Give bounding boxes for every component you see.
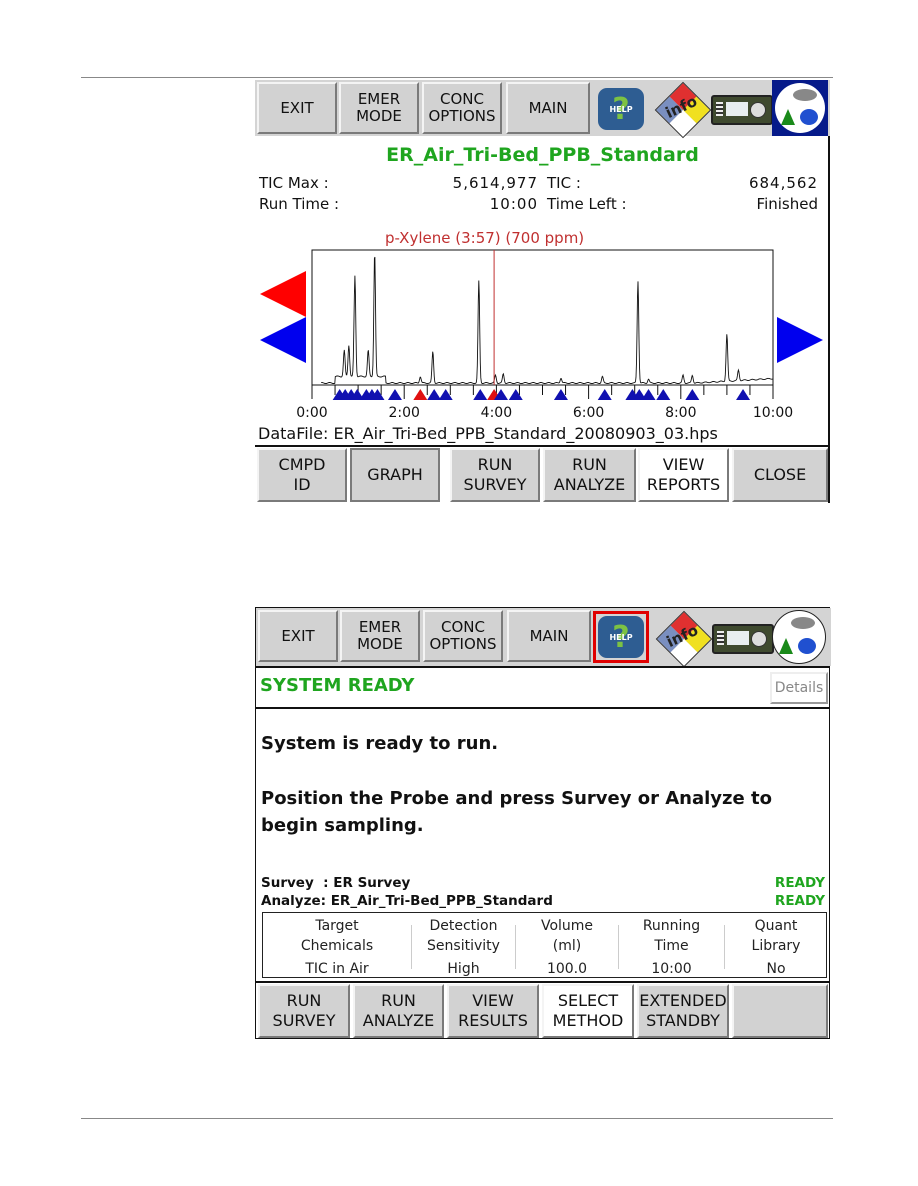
status-title: SYSTEM READY xyxy=(260,675,415,696)
x-tick-label: 6:00 xyxy=(573,405,604,421)
system-ready-screen: EXIT EMER MODE CONC OPTIONS MAIN ? HELP … xyxy=(255,607,831,1039)
detection-sensitivity-value: High xyxy=(447,961,480,977)
close-button[interactable]: CLOSE xyxy=(732,448,828,502)
device-icon[interactable] xyxy=(711,95,773,125)
environment-icon[interactable] xyxy=(772,80,828,136)
compound-marker-blue xyxy=(685,389,700,400)
help-label: HELP xyxy=(609,633,633,642)
compound-marker-blue xyxy=(641,389,656,400)
compound-marker-red xyxy=(413,389,428,400)
message-ready: System is ready to run. xyxy=(261,733,499,754)
top-toolbar: EXIT EMER MODE CONC OPTIONS MAIN ? HELP … xyxy=(255,80,830,139)
target-chemicals-value: TIC in Air xyxy=(305,961,369,977)
run-analyze-button[interactable]: RUN ANALYZE xyxy=(543,448,636,502)
view-reports-button[interactable]: VIEW REPORTS xyxy=(638,448,729,502)
method-settings-table: Target Chemicals TIC in Air Detection Se… xyxy=(262,912,827,978)
x-tick-label: 2:00 xyxy=(388,405,419,421)
datafile-label: DataFile: ER_Air_Tri-Bed_PPB_Standard_20… xyxy=(258,424,718,443)
select-method-button[interactable]: SELECT METHOD xyxy=(542,984,634,1038)
x-tick-label: 8:00 xyxy=(665,405,696,421)
compound-marker-blue xyxy=(597,389,612,400)
details-button[interactable]: Details xyxy=(770,672,828,704)
view-results-button[interactable]: VIEW RESULTS xyxy=(447,984,539,1038)
run-survey-button[interactable]: RUN SURVEY xyxy=(258,984,350,1038)
top-toolbar: EXIT EMER MODE CONC OPTIONS MAIN ? HELP … xyxy=(256,608,831,668)
quant-library-header: Quant Library xyxy=(751,918,801,954)
survey-status: READY xyxy=(774,875,825,891)
cmpd-id-button[interactable]: CMPD ID xyxy=(257,448,347,502)
compound-marker-blue xyxy=(736,389,751,400)
detection-sensitivity-header: Detection Sensitivity xyxy=(427,918,500,954)
conc-options-button[interactable]: CONC OPTIONS xyxy=(422,82,502,134)
running-time-value: 10:00 xyxy=(651,961,692,977)
time-left-label: Time Left : xyxy=(547,195,627,213)
exit-button[interactable]: EXIT xyxy=(257,82,337,134)
time-left-value: Finished xyxy=(756,195,818,213)
target-chemicals-header: Target Chemicals xyxy=(300,918,374,954)
message-instructions: Position the Probe and press Survey or A… xyxy=(261,788,772,836)
volume-header: Volume (ml) xyxy=(540,918,594,954)
page-footer-rule xyxy=(81,1118,833,1119)
x-tick-label: 4:00 xyxy=(481,405,512,421)
method-title: ER_Air_Tri-Bed_PPB_Standard xyxy=(386,144,699,166)
compound-marker-blue xyxy=(473,389,488,400)
emer-mode-button[interactable]: EMER MODE xyxy=(339,82,419,134)
quant-library-value: No xyxy=(766,961,786,977)
volume-value: 100.0 xyxy=(546,961,588,977)
exit-button[interactable]: EXIT xyxy=(258,610,338,662)
main-button[interactable]: MAIN xyxy=(506,82,590,134)
tic-label: TIC : xyxy=(547,174,581,192)
x-tick-label: 0:00 xyxy=(296,405,327,421)
blank-button[interactable] xyxy=(732,984,828,1038)
run-time-label: Run Time : xyxy=(259,195,340,213)
help-label: HELP xyxy=(609,105,633,114)
graph-screen: EXIT EMER MODE CONC OPTIONS MAIN ? HELP … xyxy=(255,80,830,503)
compound-marker-blue xyxy=(656,389,671,400)
compound-marker-blue xyxy=(427,389,442,400)
analyze-status: READY xyxy=(774,893,825,909)
run-time-value: 10:00 xyxy=(489,195,538,213)
run-survey-button[interactable]: RUN SURVEY xyxy=(450,448,540,502)
tic-max-value: 5,614,977 xyxy=(452,174,538,192)
page-header-rule xyxy=(81,77,833,78)
compound-marker-blue xyxy=(387,389,402,400)
graph-button[interactable]: GRAPH xyxy=(350,448,440,502)
chromatogram-chart[interactable]: 0:00 2:00 4:00 6:00 8:00 10:00 xyxy=(255,245,830,435)
environment-icon[interactable] xyxy=(771,609,827,665)
info-hazard-icon[interactable]: info xyxy=(655,610,713,668)
info-hazard-icon[interactable]: info xyxy=(654,81,712,139)
emer-mode-button[interactable]: EMER MODE xyxy=(340,610,420,662)
plot-area xyxy=(311,249,774,386)
running-time-header: Running Time xyxy=(642,918,701,954)
x-tick-label: 10:00 xyxy=(753,405,793,421)
analyze-method-line: Analyze: ER_Air_Tri-Bed_PPB_Standard xyxy=(261,893,553,909)
compound-marker-blue xyxy=(508,389,523,400)
extended-standby-button[interactable]: EXTENDED STANDBY xyxy=(637,984,729,1038)
main-button[interactable]: MAIN xyxy=(507,610,591,662)
tic-max-label: TIC Max : xyxy=(259,174,329,192)
run-analyze-button[interactable]: RUN ANALYZE xyxy=(353,984,444,1038)
help-icon[interactable]: ? HELP xyxy=(598,88,644,130)
tic-value: 684,562 xyxy=(748,174,818,192)
help-icon[interactable]: ? HELP xyxy=(598,616,644,658)
conc-options-button[interactable]: CONC OPTIONS xyxy=(423,610,503,662)
survey-method-line: Survey : ER Survey xyxy=(261,875,411,891)
device-icon[interactable] xyxy=(712,624,774,654)
